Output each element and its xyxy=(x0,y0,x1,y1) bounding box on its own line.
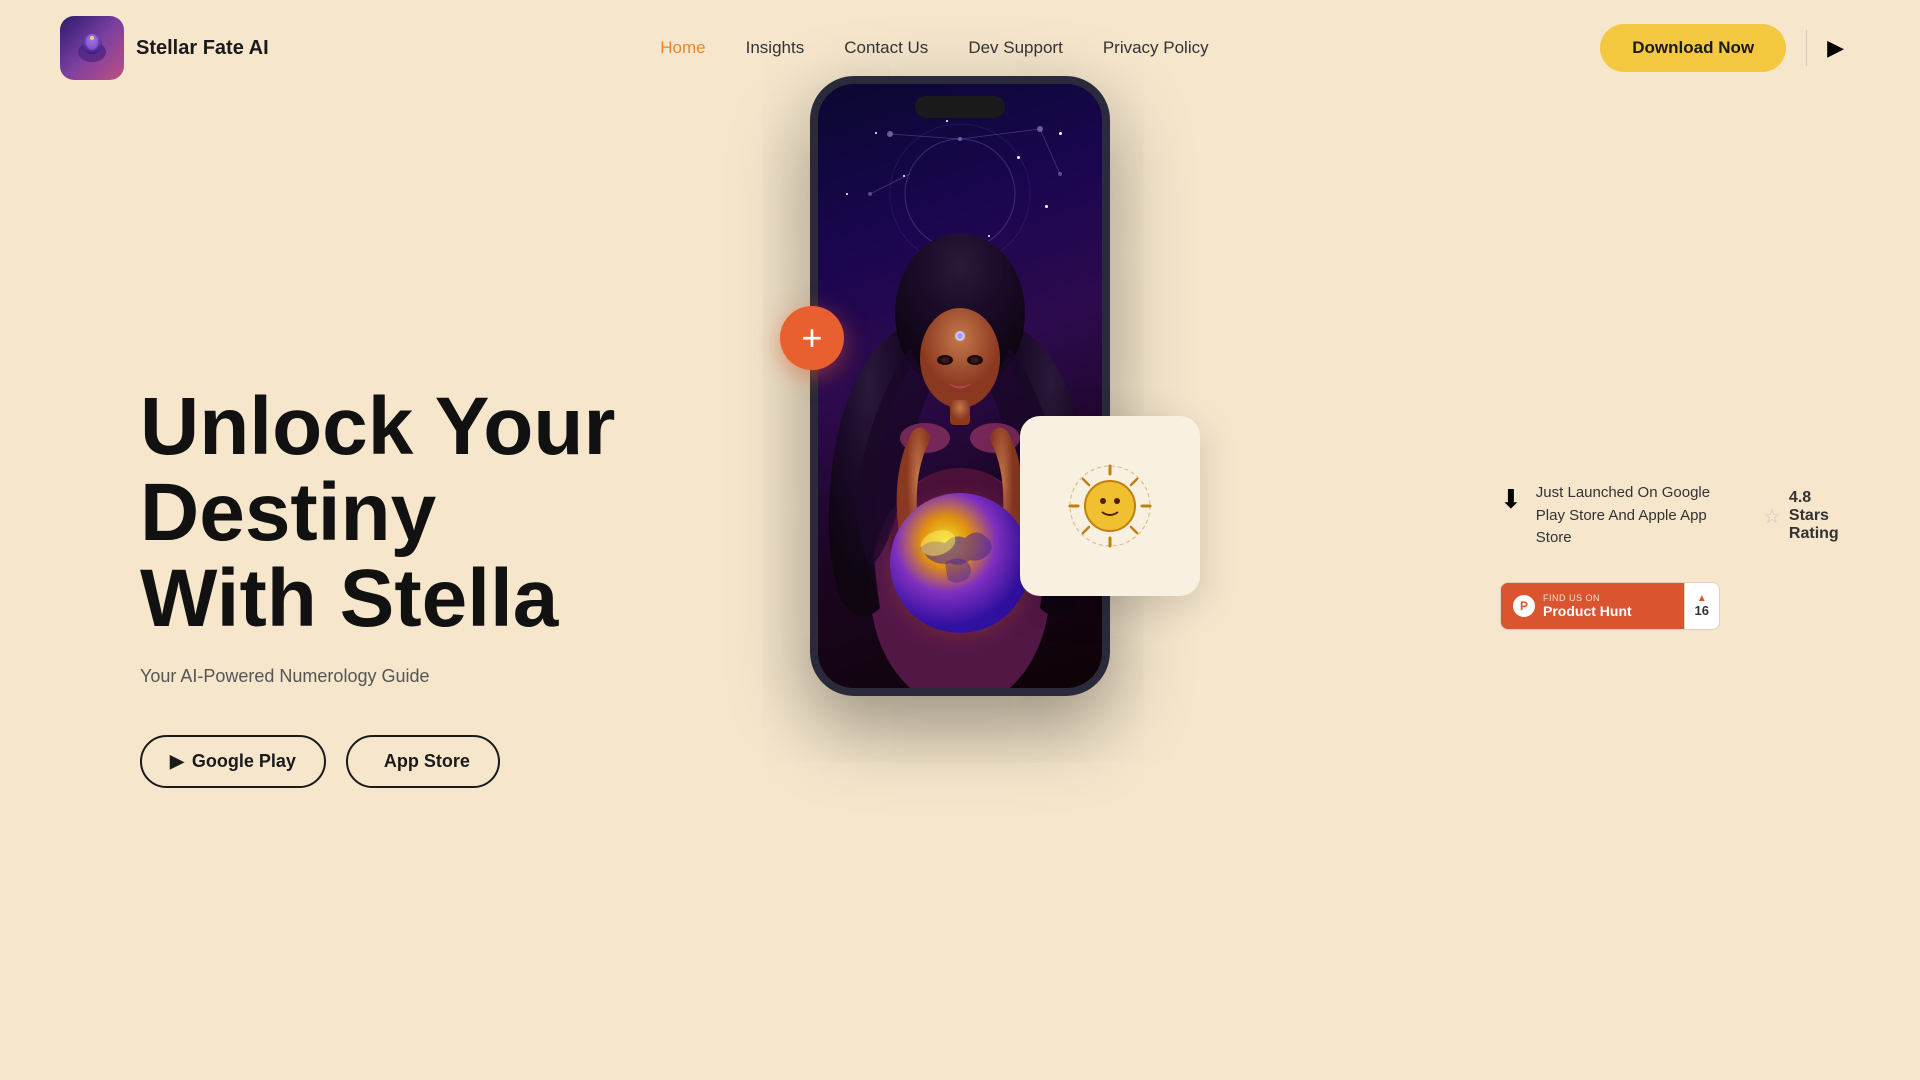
phone-section: + xyxy=(810,76,1110,696)
product-hunt-count: ▲ 16 xyxy=(1684,583,1719,629)
main-nav: Home Insights Contact Us Dev Support Pri… xyxy=(660,38,1208,58)
nav-privacy[interactable]: Privacy Policy xyxy=(1103,38,1209,58)
download-button[interactable]: Download Now xyxy=(1600,24,1786,72)
main-content: Unlock Your Destiny With Stella Your AI-… xyxy=(0,96,1920,1076)
right-section: ⬇ Just Launched On Google Play Store And… xyxy=(1500,482,1840,630)
product-hunt-main-text: Product Hunt xyxy=(1543,603,1632,619)
star-rating-icon: ☆ xyxy=(1763,504,1781,529)
phone-container: + xyxy=(810,76,1110,696)
left-section: Unlock Your Destiny With Stella Your AI-… xyxy=(140,384,620,788)
download-icon: ⬇ xyxy=(1500,484,1522,515)
floating-sun-card xyxy=(1020,416,1200,596)
app-store-label: App Store xyxy=(384,751,470,772)
header-store-icons: ▶ xyxy=(1827,35,1860,61)
google-play-button[interactable]: ▶ Google Play xyxy=(140,735,326,788)
product-hunt-left: P FIND US ON Product Hunt xyxy=(1501,583,1684,629)
google-play-icon: ▶ xyxy=(170,751,184,772)
google-play-label: Google Play xyxy=(192,751,296,772)
launch-text: Just Launched On Google Play Store And A… xyxy=(1536,482,1723,550)
nav-contact[interactable]: Contact Us xyxy=(844,38,928,58)
header-right: Download Now ▶ xyxy=(1600,24,1860,72)
hero-title: Unlock Your Destiny With Stella xyxy=(140,384,620,642)
product-hunt-find-text: FIND US ON xyxy=(1543,593,1632,603)
logo-text: Stellar Fate AI xyxy=(136,37,269,60)
nav-home[interactable]: Home xyxy=(660,38,705,58)
product-hunt-badge[interactable]: P FIND US ON Product Hunt ▲ 16 xyxy=(1500,582,1720,630)
plus-button[interactable]: + xyxy=(780,306,844,370)
app-store-button[interactable]: App Store xyxy=(346,735,500,788)
logo-image xyxy=(60,16,124,80)
logo-area[interactable]: Stellar Fate AI xyxy=(60,16,269,80)
sun-symbol-svg xyxy=(1060,456,1160,556)
nav-dev-support[interactable]: Dev Support xyxy=(968,38,1063,58)
phone-screen xyxy=(818,84,1102,688)
launch-item-rating: ☆ 4.8 Stars Rating xyxy=(1763,482,1840,550)
hero-subtitle: Your AI-Powered Numerology Guide xyxy=(140,666,620,687)
phone-notch xyxy=(915,96,1005,118)
launch-info: ⬇ Just Launched On Google Play Store And… xyxy=(1500,482,1840,550)
launch-item-stores: ⬇ Just Launched On Google Play Store And… xyxy=(1500,482,1723,550)
nav-insights[interactable]: Insights xyxy=(746,38,805,58)
store-buttons: ▶ Google Play App Store xyxy=(140,735,620,788)
rating-text: 4.8 Stars Rating xyxy=(1789,489,1840,543)
product-hunt-text-area: FIND US ON Product Hunt xyxy=(1543,593,1632,619)
phone-frame xyxy=(810,76,1110,696)
product-hunt-number: 16 xyxy=(1695,604,1709,617)
product-hunt-logo: P xyxy=(1513,595,1535,617)
header-divider xyxy=(1806,30,1807,66)
android-icon[interactable]: ▶ xyxy=(1827,35,1844,61)
